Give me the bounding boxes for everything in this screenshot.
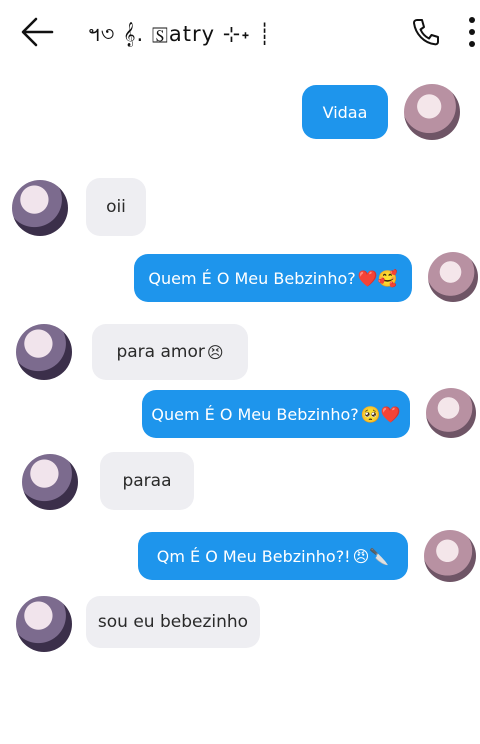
avatar[interactable] [16,596,72,652]
message-text: paraa [122,471,172,491]
avatar[interactable] [424,530,476,582]
message-bubble[interactable]: sou eu bebezinho [86,596,260,648]
message-bubble[interactable]: Qm É O Meu Bebzinho?! 😠🔪 [138,532,408,580]
chat-header: ฯ৩ 𝄞. 🅂atry ⊹˖ ┊ [0,0,480,64]
arrow-left-icon [21,17,54,47]
message-row: Vidaa [0,80,480,144]
message-bubble[interactable]: para amor 😣 [92,324,248,380]
message-bubble[interactable]: Quem É O Meu Bebzinho? 🥺❤️ [142,390,410,438]
message-row: Qm É O Meu Bebzinho?! 😠🔪 [0,530,480,582]
message-text: Vidaa [322,102,368,122]
message-row: sou eu bebezinho [0,594,480,654]
avatar[interactable] [426,388,476,438]
message-row: Quem É O Meu Bebzinho? 🥺❤️ [0,388,480,444]
message-text: Quem É O Meu Bebzinho? [151,404,359,424]
avatar[interactable] [428,252,478,302]
more-options-button[interactable] [462,12,480,52]
avatar[interactable] [404,84,460,140]
more-vertical-icon [469,17,475,47]
message-text: oii [106,197,126,217]
message-row: oii [0,176,480,240]
back-button[interactable] [18,14,58,50]
message-bubble[interactable]: oii [86,178,146,236]
message-row: para amor 😣 [0,322,480,382]
avatar[interactable] [22,454,78,510]
message-emoji: 🥺❤️ [360,404,401,424]
message-emoji: 😠🔪 [352,546,390,566]
message-bubble[interactable]: Vidaa [302,85,388,139]
message-bubble[interactable]: paraa [100,452,194,510]
avatar[interactable] [16,324,72,380]
avatar[interactable] [12,180,68,236]
phone-icon [412,19,439,46]
message-emoji: ❤️🥰 [357,268,398,288]
message-text: para amor [116,342,205,362]
message-text: sou eu bebezinho [97,612,249,632]
message-bubble[interactable]: Quem É O Meu Bebzinho? ❤️🥰 [134,254,412,302]
message-text: Qm É O Meu Bebzinho?! [156,546,351,566]
message-text: Quem É O Meu Bebzinho? [148,268,356,288]
call-button[interactable] [408,14,444,50]
message-row: paraa [0,452,480,512]
contact-name[interactable]: ฯ৩ 𝄞. 🅂atry ⊹˖ ┊ [88,18,272,48]
message-emoji: 😣 [206,342,224,362]
message-row: Quem É O Meu Bebzinho? ❤️🥰 [0,252,480,308]
